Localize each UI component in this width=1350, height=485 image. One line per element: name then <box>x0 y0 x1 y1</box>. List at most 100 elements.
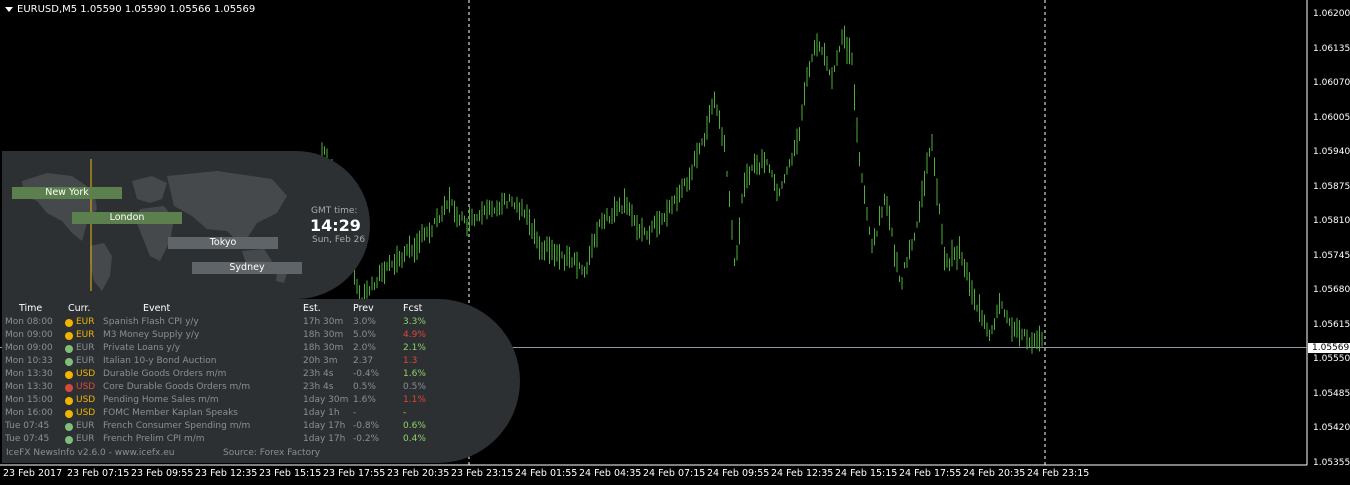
time-tick-label: 23 Feb 15:15 <box>259 468 322 479</box>
news-fcst: 0.5% <box>403 382 426 392</box>
time-tick-label: 24 Feb 01:55 <box>515 468 578 479</box>
gmt-date: Sun, Feb 26 <box>312 235 366 245</box>
price-tick-label: 1.05875 <box>1313 181 1350 192</box>
news-event: FOMC Member Kaplan Speaks <box>103 408 238 418</box>
col-header-fcst: Fcst <box>403 303 423 314</box>
news-event: French Consumer Spending m/m <box>103 421 251 431</box>
news-footer-credit: IceFX NewsInfo v2.6.0 - www.icefx.eu <box>6 448 175 458</box>
impact-dot-icon <box>65 370 73 379</box>
news-fcst: 0.6% <box>403 421 426 431</box>
gmt-time: 14:29 <box>310 216 361 235</box>
impact-dot-icon <box>65 357 73 366</box>
time-tick-label: 24 Feb 07:15 <box>643 468 706 479</box>
news-row[interactable]: Mon 08:00 EUR Spanish Flash CPI y/y 17h 30m… <box>2 316 502 329</box>
news-fcst: 3.3% <box>403 317 426 327</box>
price-tick-label: 1.05420 <box>1313 423 1350 433</box>
news-time: Mon 09:00 <box>5 343 53 353</box>
news-row[interactable]: Mon 09:00 EUR Private Loans y/y 18h 30m 2.0%… <box>2 342 502 355</box>
impact-dot-icon <box>65 383 73 392</box>
news-est: 1day 30m <box>303 395 349 405</box>
time-tick-label: 23 Feb 12:35 <box>195 468 258 479</box>
news-row[interactable]: Mon 13:30 USD Core Durable Goods Orders m/… <box>2 381 502 394</box>
news-row[interactable]: Mon 10:33 EUR Italian 10-y Bond Auction 20h… <box>2 355 502 368</box>
time-tick-label: 24 Feb 20:35 <box>963 468 1026 479</box>
news-est: 23h 4s <box>303 382 334 392</box>
session-tokyo: Tokyo <box>168 237 278 249</box>
news-fcst: 1.6% <box>403 369 426 379</box>
price-tick-label: 1.05615 <box>1313 319 1350 330</box>
news-event: French Prelim CPI m/m <box>103 434 205 444</box>
news-est: 18h 30m <box>303 343 344 353</box>
news-est: 18h 30m <box>303 330 344 340</box>
time-tick-label: 23 Feb 09:55 <box>131 468 194 479</box>
news-currency: USD <box>76 369 96 379</box>
news-currency: USD <box>76 395 96 405</box>
session-sydney: Sydney <box>192 262 302 274</box>
news-est: 1day 17h <box>303 434 346 444</box>
news-fcst: 2.1% <box>403 343 426 353</box>
news-est: 17h 30m <box>303 317 344 327</box>
news-event: Core Durable Goods Orders m/m <box>103 382 251 392</box>
news-row[interactable]: Mon 09:00 EUR M3 Money Supply y/y 18h 30m 5.… <box>2 329 502 342</box>
news-row[interactable]: Tue 07:45 EUR French Prelim CPI m/m 1day 17… <box>2 433 502 446</box>
price-tick-label: 1.06200 <box>1313 9 1350 19</box>
news-time: Mon 09:00 <box>5 330 53 340</box>
current-price-tag: 1.05569 <box>1308 343 1350 353</box>
news-prev: 3.0% <box>353 317 376 327</box>
price-tick-label: 1.05940 <box>1313 147 1350 157</box>
time-tick-label: 23 Feb 07:15 <box>67 468 130 479</box>
price-tick-label: 1.06070 <box>1313 78 1350 88</box>
news-currency: USD <box>76 382 96 392</box>
news-prev: -0.8% <box>353 421 380 431</box>
news-row[interactable]: Mon 13:30 USD Durable Goods Orders m/m 23h … <box>2 368 502 381</box>
time-tick-label: 24 Feb 17:55 <box>899 468 962 479</box>
symbol-info: EURUSD,M5 1.05590 1.05590 1.05566 1.0556… <box>17 4 256 15</box>
time-tick-label: 23 Feb 2017 <box>3 468 63 479</box>
symbol-header: EURUSD,M5 1.05590 1.05590 1.05566 1.0556… <box>5 4 255 15</box>
price-tick-label: 1.05550 <box>1313 354 1350 364</box>
news-row[interactable]: Tue 07:45 EUR French Consumer Spending m/m… <box>2 420 502 433</box>
dropdown-triangle-icon[interactable] <box>5 6 13 12</box>
impact-dot-icon <box>65 422 73 431</box>
news-fcst: 4.9% <box>403 330 426 340</box>
impact-dot-icon <box>65 409 73 418</box>
news-row[interactable]: Mon 15:00 USD Pending Home Sales m/m 1day 3… <box>2 394 502 407</box>
news-time: Mon 15:00 <box>5 395 53 405</box>
news-row[interactable]: Mon 16:00 USD FOMC Member Kaplan Speaks 1da… <box>2 407 502 420</box>
news-panel: Time Curr. Event Est. Prev Fcst Mon 08:0… <box>2 299 520 463</box>
news-time: Mon 16:00 <box>5 408 53 418</box>
news-time: Mon 13:30 <box>5 369 53 379</box>
impact-dot-icon <box>65 344 73 353</box>
time-tick-label: 24 Feb 23:15 <box>1027 468 1090 479</box>
news-est: 20h 3m <box>303 356 338 366</box>
session-new-york: New York <box>12 187 122 199</box>
col-header-event: Event <box>143 303 171 314</box>
time-tick-label: 23 Feb 17:55 <box>323 468 386 479</box>
news-fcst: 1.1% <box>403 395 426 405</box>
news-prev: -0.2% <box>353 434 380 444</box>
time-tick-label: 24 Feb 12:35 <box>771 468 834 479</box>
news-est: 23h 4s <box>303 369 334 379</box>
news-currency: EUR <box>76 317 95 327</box>
news-footer-source: Source: Forex Factory <box>223 448 321 458</box>
news-est: 1day 1h <box>303 408 340 418</box>
sessions-map-panel: New York London Tokyo Sydney GMT time: 1… <box>2 151 370 299</box>
gmt-label: GMT time: <box>311 206 358 216</box>
col-header-est: Est. <box>303 303 321 314</box>
time-tick-label: 24 Feb 04:35 <box>579 468 642 479</box>
news-time: Mon 10:33 <box>5 356 53 366</box>
news-event: Spanish Flash CPI y/y <box>103 317 199 327</box>
news-prev: 1.6% <box>353 395 376 405</box>
news-fcst: 0.4% <box>403 434 426 444</box>
news-time: Mon 08:00 <box>5 317 53 327</box>
news-prev: 2.37 <box>353 356 374 366</box>
price-tick-label: 1.05680 <box>1313 285 1350 295</box>
news-currency: EUR <box>76 434 95 444</box>
col-header-prev: Prev <box>353 303 374 314</box>
col-header-time: Time <box>19 303 43 314</box>
news-fcst: 1.3 <box>403 356 418 366</box>
news-currency: EUR <box>76 343 95 353</box>
news-event: Durable Goods Orders m/m <box>103 369 227 379</box>
impact-dot-icon <box>65 396 73 405</box>
price-tick-label: 1.05485 <box>1313 388 1350 399</box>
